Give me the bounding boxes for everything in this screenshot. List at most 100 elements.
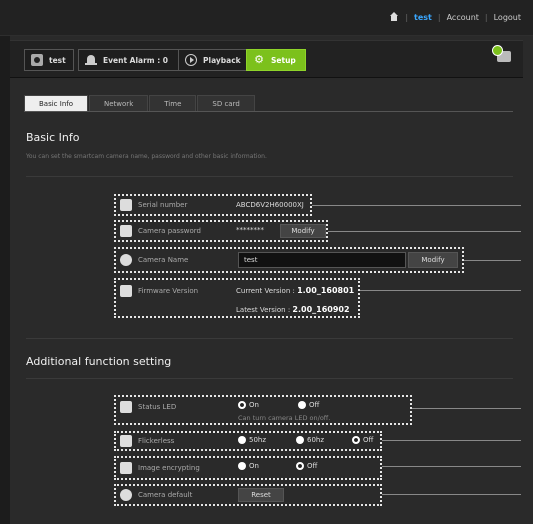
top-links: | test | Account | Logout	[389, 12, 521, 22]
radio-unselected	[296, 436, 304, 444]
flicker-60hz-label: 60hz	[307, 436, 325, 444]
camera-name-row: Camera Name test Modify	[114, 247, 464, 273]
leader-line	[382, 466, 521, 467]
serial-value: ABCD6V2H60000XJ	[236, 201, 304, 209]
latest-version-value: 2.00_160902	[292, 305, 350, 314]
led-help-text: Can turn camera LED on/off.	[238, 414, 331, 422]
setup-button[interactable]: ⚙ Setup	[246, 49, 306, 71]
leader-line	[382, 494, 521, 495]
event-alarm-label: Event Alarm : 0	[103, 55, 169, 65]
barcode-icon	[120, 199, 132, 211]
camera-name-input[interactable]: test	[238, 252, 406, 268]
led-off-label: Off	[309, 401, 320, 409]
radio-unselected	[298, 401, 306, 409]
separator: |	[437, 12, 441, 22]
camera-status-icon[interactable]	[492, 45, 511, 62]
lock-icon	[120, 462, 132, 474]
divider	[26, 378, 513, 379]
tab-divider	[24, 111, 513, 112]
radio-selected	[352, 436, 360, 444]
password-value: ********	[236, 226, 264, 234]
setup-label: Setup	[271, 55, 296, 65]
encrypt-on-radio[interactable]: On	[238, 462, 259, 470]
gear-icon: ⚙	[254, 53, 264, 66]
flicker-icon	[120, 435, 132, 447]
play-icon	[185, 54, 197, 66]
latest-version-label: Latest Version :	[236, 306, 291, 314]
alarm-icon	[85, 54, 97, 66]
password-modify-button[interactable]: Modify	[280, 224, 326, 238]
password-row: Camera password ******** Modify	[114, 220, 328, 242]
tab-bar: Basic Info Network Time SD card	[24, 95, 256, 111]
user-link[interactable]: test	[414, 13, 432, 22]
flickerless-label: Flickerless	[138, 437, 175, 445]
camera-label: test	[49, 55, 66, 65]
serial-row: Serial number ABCD6V2H60000XJ	[114, 194, 312, 216]
leader-line	[464, 260, 521, 261]
serial-label: Serial number	[138, 201, 188, 209]
separator: |	[405, 12, 409, 22]
playback-label: Playback	[203, 55, 241, 65]
current-version-label: Current Version :	[236, 287, 295, 295]
flicker-60hz-radio[interactable]: 60hz	[296, 436, 324, 444]
flicker-off-label: Off	[363, 436, 374, 444]
camera-name-label: Camera Name	[138, 256, 189, 264]
radio-unselected	[238, 462, 246, 470]
current-version-value: 1.00_160801	[297, 286, 355, 295]
flicker-off-radio[interactable]: Off	[352, 436, 373, 444]
nav-bar: test Event Alarm : 0 Playback ⚙ Setup	[10, 40, 523, 78]
account-link[interactable]: Account	[447, 13, 479, 22]
firmware-row: Firmware Version Current Version : 1.00_…	[114, 278, 360, 318]
home-icon[interactable]	[389, 12, 399, 22]
camera-name-modify-button[interactable]: Modify	[408, 252, 458, 268]
camera-default-row: Camera default Reset	[114, 484, 382, 506]
top-bar: | test | Account | Logout	[0, 0, 533, 36]
camera-icon	[31, 54, 43, 66]
radio-selected	[238, 401, 246, 409]
camera-name-icon	[120, 254, 132, 266]
firmware-icon	[120, 285, 132, 297]
flicker-50hz-label: 50hz	[249, 436, 267, 444]
additional-title: Additional function setting	[26, 355, 172, 368]
flicker-50hz-radio[interactable]: 50hz	[238, 436, 266, 444]
password-label: Camera password	[138, 227, 201, 235]
tab-network[interactable]: Network	[89, 95, 149, 111]
tab-basic-info[interactable]: Basic Info	[24, 95, 89, 111]
led-on-radio[interactable]: On	[238, 401, 259, 409]
event-alarm-button[interactable]: Event Alarm : 0	[78, 49, 180, 71]
logout-link[interactable]: Logout	[494, 13, 521, 22]
image-encrypting-label: Image encrypting	[138, 464, 200, 472]
divider	[26, 338, 513, 339]
led-on-label: On	[249, 401, 259, 409]
playback-button[interactable]: Playback	[178, 49, 248, 71]
basic-info-title: Basic Info	[26, 131, 80, 144]
encrypt-off-radio[interactable]: Off	[296, 462, 317, 470]
leader-line	[360, 290, 521, 291]
radio-unselected	[238, 436, 246, 444]
camera-button[interactable]: test	[24, 49, 74, 71]
camera-default-label: Camera default	[138, 491, 193, 499]
flickerless-row: Flickerless 50hz 60hz Off	[114, 431, 382, 451]
tab-sd-card[interactable]: SD card	[197, 95, 255, 111]
led-icon	[120, 401, 132, 413]
tab-time[interactable]: Time	[149, 95, 197, 111]
latest-version: Latest Version : 2.00_160902	[236, 305, 350, 314]
firmware-label: Firmware Version	[138, 287, 199, 295]
current-version: Current Version : 1.00_160801	[236, 286, 354, 295]
leader-line	[328, 231, 521, 232]
reset-button[interactable]: Reset	[238, 488, 284, 502]
leader-line	[312, 205, 521, 206]
encrypt-on-label: On	[249, 462, 259, 470]
led-off-radio[interactable]: Off	[298, 401, 319, 409]
key-icon	[120, 225, 132, 237]
divider	[26, 176, 513, 177]
leader-line	[412, 408, 521, 409]
status-led-row: Status LED On Off Can turn camera LED on…	[114, 395, 412, 425]
status-led-label: Status LED	[138, 403, 177, 411]
encrypt-off-label: Off	[307, 462, 318, 470]
radio-selected	[296, 462, 304, 470]
separator: |	[484, 12, 488, 22]
image-encrypting-row: Image encrypting On Off	[114, 456, 382, 480]
leader-line	[382, 440, 521, 441]
basic-info-description: You can set the smartcam camera name, pa…	[26, 153, 267, 160]
